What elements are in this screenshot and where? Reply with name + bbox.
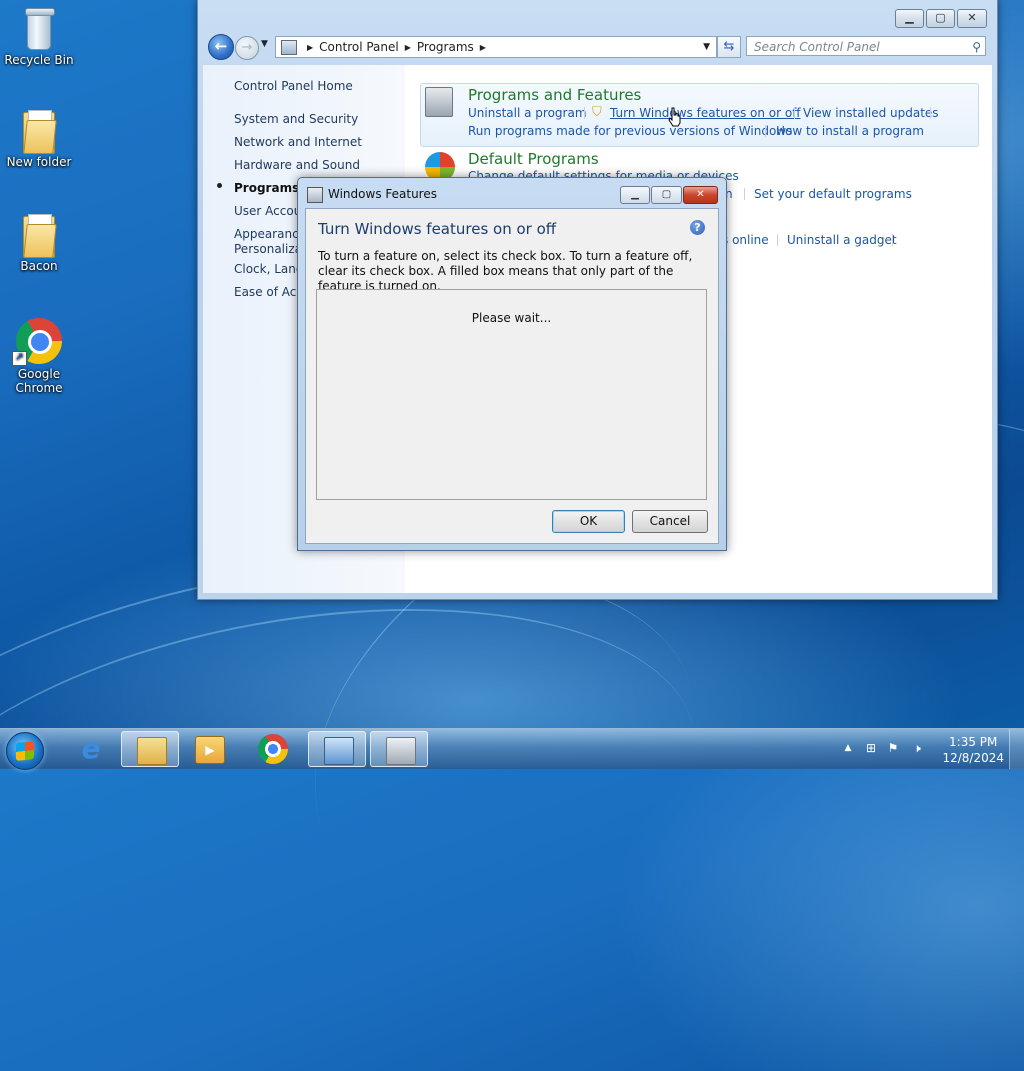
media-player-icon: ▶ (195, 736, 225, 764)
desktop-icon-label: Recycle Bin (4, 53, 74, 67)
clock-time: 1:35 PM (949, 735, 998, 749)
breadcrumb-control-panel[interactable]: Control Panel (319, 40, 399, 54)
nav-user-accounts[interactable]: User Accou (234, 204, 301, 218)
chrome-icon (258, 734, 288, 764)
windows-features-dialog: Windows Features ▁ ▢ ✕ Turn Windows feat… (297, 177, 727, 551)
dialog-minimize-button[interactable]: ▁ (620, 186, 650, 204)
control-panel-icon (281, 39, 297, 55)
windows-features-icon (307, 187, 323, 203)
help-icon[interactable]: ? (690, 220, 705, 235)
set-default-programs-link[interactable]: Set your default programs (754, 187, 912, 201)
internet-explorer-icon: e (81, 732, 101, 765)
refresh-button[interactable]: ⇆ (717, 36, 741, 58)
desktop-icon-recycle-bin[interactable]: Recycle Bin (1, 6, 77, 67)
dialog-close-button[interactable]: ✕ (683, 186, 718, 204)
desktop-icon-label: New folder (6, 155, 72, 169)
hand-cursor-icon (668, 107, 681, 127)
chevron-right-icon: ▶ (307, 42, 314, 52)
dialog-title: Windows Features (328, 187, 437, 201)
desktop-icon-label: Bacon (20, 259, 58, 273)
desktop-icon-google-chrome[interactable]: ↗ Google Chrome (1, 318, 77, 395)
folder-icon (23, 214, 57, 258)
nav-hardware-and-sound[interactable]: Hardware and Sound (234, 158, 360, 172)
uninstall-program-link[interactable]: Uninstall a program (468, 106, 587, 120)
search-icon[interactable]: ⚲ (972, 37, 981, 57)
taskbar: e ▶ ▲ ⊞ ⚑ 🕨 1:35 PM 12/8/2024 (0, 728, 1024, 770)
link-separator (584, 107, 585, 119)
turn-windows-features-link[interactable]: Turn Windows features on or off (610, 106, 801, 120)
desktop-icon-new-folder[interactable]: New folder (1, 110, 77, 169)
back-button[interactable]: ← (208, 34, 234, 60)
control-panel-icon (324, 737, 354, 765)
maximize-button[interactable]: ▢ (926, 9, 955, 28)
volume-muted-icon[interactable]: 🕨 (910, 741, 924, 755)
chevron-right-icon[interactable]: ▶ (480, 43, 486, 52)
nav-programs: Programs (234, 181, 300, 195)
link-separator (765, 125, 766, 137)
minimize-button[interactable]: ▁ (895, 9, 924, 28)
desktop-icon-label: Google Chrome (15, 367, 63, 395)
recycle-bin-icon (22, 6, 56, 50)
flag-icon[interactable]: ⚑ (886, 741, 900, 755)
gadgets-online-link[interactable]: s online (722, 233, 769, 247)
chevron-right-icon: ▶ (404, 42, 411, 52)
address-dropdown-icon[interactable]: ▼ (703, 42, 710, 52)
taskbar-chrome[interactable] (244, 731, 302, 767)
nav-network-and-internet[interactable]: Network and Internet (234, 135, 362, 149)
folder-icon (23, 110, 57, 154)
link-separator (744, 188, 745, 200)
link-separator (892, 234, 893, 246)
uninstall-gadget-link[interactable]: Uninstall a gadget (787, 233, 897, 247)
breadcrumb-programs[interactable]: Programs (417, 40, 474, 54)
current-item-bullet (217, 183, 222, 188)
show-desktop-button[interactable] (1009, 729, 1024, 769)
nav-control-panel-home[interactable]: Control Panel Home (234, 79, 353, 93)
link-separator (930, 107, 931, 119)
nav-system-and-security[interactable]: System and Security (234, 112, 358, 126)
please-wait-text: Please wait... (471, 311, 552, 325)
forward-button[interactable]: → (235, 36, 259, 60)
features-tree-list[interactable]: Please wait... (316, 289, 707, 500)
clock[interactable]: 1:35 PM 12/8/2024 (942, 734, 1004, 766)
cancel-button[interactable]: Cancel (632, 510, 708, 533)
link-separator (777, 234, 778, 246)
dialog-description: To turn a feature on, select its check b… (318, 249, 693, 293)
desktop-icon-bacon[interactable]: Bacon (1, 214, 77, 273)
taskbar-file-explorer[interactable] (121, 731, 179, 767)
file-explorer-icon (137, 737, 167, 765)
nav-clock-language[interactable]: Clock, Lang (234, 262, 304, 276)
show-hidden-icons-icon[interactable]: ▲ (841, 741, 855, 755)
taskbar-internet-explorer[interactable]: e (62, 731, 120, 767)
chrome-icon: ↗ (12, 318, 62, 366)
link-separator (794, 107, 795, 119)
taskbar-windows-features[interactable] (370, 731, 428, 767)
action-center-icon[interactable]: ⊞ (864, 741, 878, 755)
address-bar[interactable]: ▶ Control Panel ▶ Programs ▶ ▼ (275, 36, 717, 58)
system-tray: ▲ ⊞ ⚑ 🕨 1:35 PM 12/8/2024 (824, 729, 1024, 769)
windows-features-icon (386, 737, 416, 765)
nav-appearance[interactable]: Appearance (234, 227, 306, 241)
ok-button[interactable]: OK (552, 510, 625, 533)
view-installed-updates-link[interactable]: View installed updates (803, 106, 939, 120)
recent-pages-dropdown[interactable]: ▼ (261, 39, 268, 49)
search-input[interactable]: Search Control Panel ⚲ (746, 36, 986, 56)
programs-features-icon (425, 87, 455, 117)
default-programs-heading[interactable]: Default Programs (468, 150, 599, 168)
shield-icon: ⛉ (592, 105, 602, 120)
close-button[interactable]: ✕ (957, 9, 987, 28)
dialog-heading: Turn Windows features on or off (318, 220, 557, 238)
clock-date: 12/8/2024 (942, 751, 1004, 765)
taskbar-media-player[interactable]: ▶ (180, 731, 238, 767)
dialog-maximize-button[interactable]: ▢ (651, 186, 682, 204)
start-button[interactable] (6, 732, 44, 770)
run-old-programs-link[interactable]: Run programs made for previous versions … (468, 124, 792, 138)
taskbar-control-panel[interactable] (308, 731, 366, 767)
how-to-install-link[interactable]: How to install a program (776, 124, 924, 138)
programs-and-features-heading[interactable]: Programs and Features (468, 86, 641, 104)
